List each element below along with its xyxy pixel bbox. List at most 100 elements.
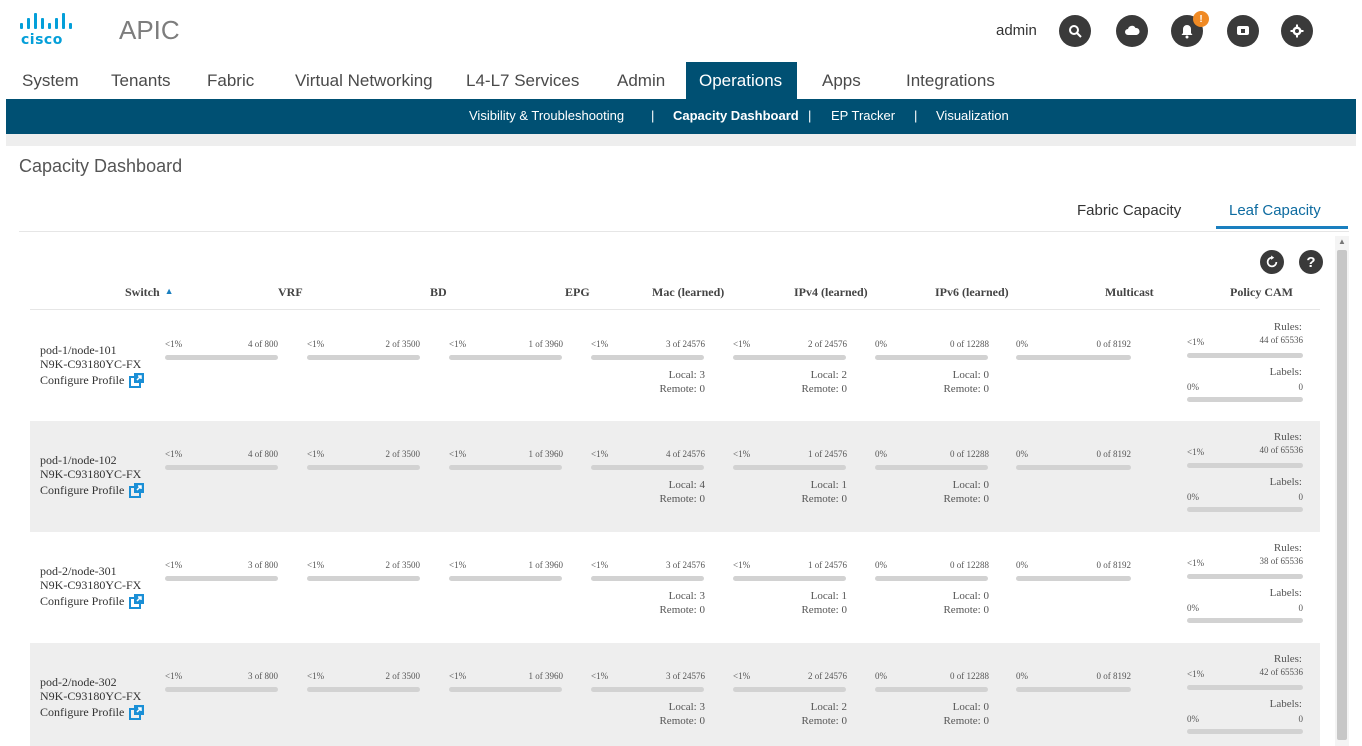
labels-percent: 0% <box>1187 382 1199 392</box>
bd-count: 2 of 3500 <box>385 671 421 681</box>
tab-leaf-capacity[interactable]: Leaf Capacity <box>1229 202 1321 219</box>
ipv4-local: Local: 1 <box>810 590 847 602</box>
help-button[interactable]: ? <box>1299 250 1323 274</box>
bd-percent: <1% <box>307 671 325 681</box>
configure-profile-label: Configure Profile <box>40 593 125 608</box>
ipv4-usage-bar <box>733 687 846 692</box>
tab-integrations[interactable]: Integrations <box>893 62 1008 99</box>
sub-navigation: Visibility & Troubleshooting | Capacity … <box>6 99 1356 134</box>
subnav-capacity-dashboard[interactable]: Capacity Dashboard <box>673 99 799 134</box>
column-header-vrf[interactable]: VRF <box>278 285 303 300</box>
ipv4-count: 1 of 24576 <box>808 560 847 570</box>
epg-count: 1 of 3960 <box>528 560 564 570</box>
column-header-policy-cam[interactable]: Policy CAM <box>1230 285 1293 300</box>
bd-usage-bar <box>307 465 420 470</box>
subnav-separator: | <box>914 108 918 123</box>
mac-local: Local: 3 <box>668 369 705 381</box>
cisco-logo[interactable]: cisco <box>20 13 76 48</box>
sort-ascending-icon: ▲ <box>164 286 174 296</box>
configure-profile-link[interactable]: Configure Profile <box>40 482 145 498</box>
notification-badge: ! <box>1193 11 1209 27</box>
ipv6-count: 0 of 12288 <box>950 671 989 681</box>
external-link-icon <box>129 482 145 498</box>
ipv4-usage-bar <box>733 355 846 360</box>
column-header-bd[interactable]: BD <box>430 285 447 300</box>
column-header-epg[interactable]: EPG <box>565 285 590 300</box>
labels-usage-bar <box>1187 618 1303 623</box>
ipv4-count: 1 of 24576 <box>808 449 847 459</box>
rules-count: 42 of 65536 <box>1259 667 1304 677</box>
mcast-percent: 0% <box>1016 339 1028 349</box>
labels-count: 0 <box>1298 492 1304 502</box>
ipv6-percent: 0% <box>875 449 887 459</box>
configure-profile-link[interactable]: Configure Profile <box>40 593 145 609</box>
mac-percent: <1% <box>591 339 609 349</box>
subnav-separator: | <box>651 108 655 123</box>
ipv6-local: Local: 0 <box>952 701 989 713</box>
configure-profile-label: Configure Profile <box>40 704 125 719</box>
ipv4-local: Local: 2 <box>810 369 847 381</box>
switch-model: N9K-C93180YC-FX <box>40 578 142 592</box>
column-header-ipv6[interactable]: IPv6 (learned) <box>935 285 1009 300</box>
column-header-ipv4[interactable]: IPv4 (learned) <box>794 285 868 300</box>
ipv4-percent: <1% <box>733 560 751 570</box>
subnav-ep-tracker[interactable]: EP Tracker <box>831 99 895 134</box>
search-icon[interactable] <box>1059 15 1091 47</box>
configure-profile-link[interactable]: Configure Profile <box>40 372 145 388</box>
subnav-visibility-troubleshooting[interactable]: Visibility & Troubleshooting <box>469 99 624 134</box>
settings-gear-icon[interactable] <box>1281 15 1313 47</box>
tab-l4-l7-services[interactable]: L4-L7 Services <box>453 62 592 99</box>
refresh-button[interactable] <box>1260 250 1284 274</box>
ipv6-remote: Remote: 0 <box>943 604 989 616</box>
tab-fabric-capacity[interactable]: Fabric Capacity <box>1077 202 1181 219</box>
switch-name: pod-2/node-301 <box>40 564 117 578</box>
mcast-count: 0 of 8192 <box>1096 560 1132 570</box>
mac-remote: Remote: 0 <box>659 604 705 616</box>
column-header-mac[interactable]: Mac (learned) <box>652 285 724 300</box>
configure-profile-link[interactable]: Configure Profile <box>40 704 145 720</box>
vrf-usage-bar <box>165 355 278 360</box>
rules-label: Rules: <box>1273 542 1302 554</box>
subnav-visualization[interactable]: Visualization <box>936 99 1009 134</box>
external-link-icon <box>129 372 145 388</box>
ipv6-remote: Remote: 0 <box>943 715 989 727</box>
mac-local: Local: 4 <box>668 479 705 491</box>
feedback-icon[interactable] <box>1227 15 1259 47</box>
table-row: pod-1/node-101 N9K-C93180YC-FX Configure P… <box>30 311 1320 422</box>
tab-fabric[interactable]: Fabric <box>194 62 267 99</box>
mcast-usage-bar <box>1016 355 1131 360</box>
tab-tenants[interactable]: Tenants <box>98 62 184 99</box>
ipv6-local: Local: 0 <box>952 369 989 381</box>
epg-percent: <1% <box>449 560 467 570</box>
vrf-usage-bar <box>165 687 278 692</box>
scroll-up-arrow-icon[interactable]: ▲ <box>1337 237 1347 247</box>
bd-percent: <1% <box>307 339 325 349</box>
vrf-count: 4 of 800 <box>248 449 278 459</box>
epg-percent: <1% <box>449 671 467 681</box>
column-header-multicast[interactable]: Multicast <box>1105 285 1154 300</box>
tab-admin[interactable]: Admin <box>604 62 678 99</box>
tab-virtual-networking[interactable]: Virtual Networking <box>282 62 446 99</box>
ipv6-percent: 0% <box>875 560 887 570</box>
mcast-percent: 0% <box>1016 560 1028 570</box>
mac-usage-bar <box>591 465 704 470</box>
cisco-logo-bars <box>20 13 76 29</box>
cloud-icon[interactable] <box>1116 15 1148 47</box>
user-menu[interactable]: admin <box>996 22 1037 39</box>
bd-usage-bar <box>307 687 420 692</box>
configure-profile-label: Configure Profile <box>40 482 125 497</box>
rules-count: 38 of 65536 <box>1259 556 1304 566</box>
notification-bell-icon[interactable]: ! <box>1171 11 1209 47</box>
labels-label: Labels: <box>1269 587 1302 599</box>
tab-system[interactable]: System <box>9 62 92 99</box>
vrf-count: 4 of 800 <box>248 339 278 349</box>
tab-operations[interactable]: Operations <box>686 62 797 99</box>
mcast-count: 0 of 8192 <box>1096 671 1132 681</box>
epg-count: 1 of 3960 <box>528 449 564 459</box>
rules-count: 44 of 65536 <box>1259 335 1304 345</box>
subnav-separator: | <box>808 108 812 123</box>
tab-apps[interactable]: Apps <box>809 62 874 99</box>
ipv6-usage-bar <box>875 687 988 692</box>
scrollbar-thumb[interactable] <box>1337 250 1347 740</box>
column-header-switch[interactable]: Switch ▲ <box>125 285 174 300</box>
